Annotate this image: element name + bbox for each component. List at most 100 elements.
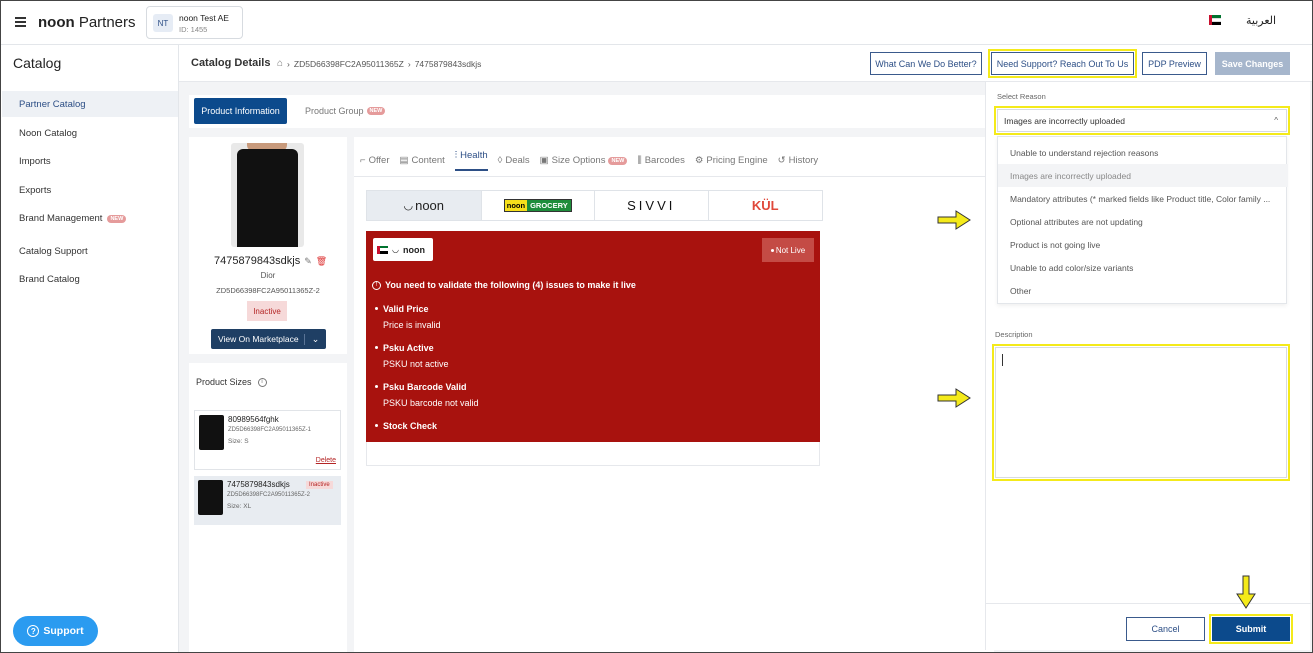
deals-icon: ◊ bbox=[497, 155, 503, 166]
sidebar-item-brand-management[interactable]: Brand Management NEW bbox=[19, 213, 127, 224]
health-status-box: ◡ noon Not Live ! You need to validate th… bbox=[366, 231, 820, 442]
health-icon: ⫶ bbox=[454, 150, 458, 161]
product-sizes-card: Product Sizes i 80989564fghk ZD5D66398FC… bbox=[189, 363, 347, 652]
size-item[interactable]: 80989564fghk ZD5D66398FC2A95011365Z-1 Si… bbox=[194, 410, 341, 470]
store-tab-grocery[interactable]: noon GROCERY bbox=[480, 191, 595, 220]
save-changes-button[interactable]: Save Changes bbox=[1215, 52, 1290, 75]
top-header: noon Partners NT noon Test AE ID: 1455 ا… bbox=[1, 1, 1312, 45]
reason-select[interactable]: Images are incorrectly uploaded ^ bbox=[994, 106, 1290, 135]
description-label: Description bbox=[995, 330, 1033, 339]
reason-options-list: Unable to understand rejection reasons I… bbox=[997, 136, 1288, 304]
reason-option[interactable]: Images are incorrectly uploaded bbox=[998, 164, 1288, 187]
sidebar-item-label: Imports bbox=[19, 156, 51, 167]
issue-title: Psku Active bbox=[383, 343, 434, 353]
annotation-arrow-icon bbox=[1236, 575, 1256, 609]
view-on-marketplace-label: View On Marketplace bbox=[218, 334, 299, 344]
offer-icon: ⌐ bbox=[360, 155, 366, 166]
chevron-down-icon[interactable]: ⌄ bbox=[304, 333, 326, 345]
support-reach-out-button[interactable]: Need Support? Reach Out To Us bbox=[988, 49, 1137, 78]
sidebar-item-label: Brand Catalog bbox=[19, 274, 80, 285]
annotation-arrow-icon bbox=[937, 210, 971, 230]
submit-button[interactable]: Submit bbox=[1209, 614, 1293, 644]
reason-option[interactable]: Product is not going live bbox=[998, 233, 1288, 256]
sidebar-item-brand-catalog[interactable]: Brand Catalog bbox=[19, 273, 80, 285]
edit-icon[interactable]: ✎ bbox=[304, 256, 312, 267]
size-thumbnail bbox=[198, 480, 223, 515]
store-label: noon bbox=[415, 198, 445, 213]
sidebar-item-exports[interactable]: Exports bbox=[19, 184, 51, 196]
reason-option[interactable]: Unable to add color/size variants bbox=[998, 256, 1288, 279]
reason-option[interactable]: Other bbox=[998, 279, 1288, 302]
gear-icon: ⚙ bbox=[694, 155, 704, 166]
sidebar-item-noon-catalog[interactable]: Noon Catalog bbox=[19, 127, 77, 139]
pdp-preview-button[interactable]: PDP Preview bbox=[1142, 52, 1207, 75]
sidebar: Catalog Partner Catalog Noon Catalog Imp… bbox=[1, 45, 179, 652]
issue-detail: Price is invalid bbox=[383, 320, 441, 330]
tab-pricing-engine[interactable]: ⚙ Pricing Engine bbox=[695, 150, 768, 171]
tab-product-group[interactable]: Product Group NEW bbox=[305, 106, 386, 116]
tab-size-options[interactable]: ▣ Size Options NEW bbox=[540, 150, 628, 171]
product-image[interactable] bbox=[231, 143, 304, 247]
description-textarea[interactable] bbox=[992, 344, 1290, 481]
sidebar-item-catalog-support[interactable]: Catalog Support bbox=[19, 245, 88, 257]
store-label: noon bbox=[402, 244, 425, 255]
menu-icon[interactable] bbox=[15, 17, 26, 27]
sidebar-item-imports[interactable]: Imports bbox=[19, 155, 51, 167]
tab-health[interactable]: ⫶ Health bbox=[454, 150, 488, 171]
store-tab-noon[interactable]: ◡ noon bbox=[367, 191, 481, 220]
issue-detail: PSKU barcode not valid bbox=[383, 398, 479, 408]
info-icon: ! bbox=[372, 280, 381, 290]
issue-detail: PSKU not active bbox=[383, 359, 449, 369]
support-button[interactable]: ? Support bbox=[13, 616, 98, 646]
size-code: ZD5D66398FC2A95011365Z-1 bbox=[228, 427, 311, 433]
tab-history[interactable]: ↺ History bbox=[778, 150, 819, 171]
delete-link[interactable]: Delete bbox=[316, 457, 336, 464]
cancel-button[interactable]: Cancel bbox=[1126, 617, 1205, 641]
tab-offer[interactable]: ⌐ Offer bbox=[360, 150, 390, 171]
size-sku: 80989564fghk bbox=[228, 415, 279, 424]
account-switcher[interactable]: NT noon Test AE ID: 1455 bbox=[146, 6, 243, 39]
brand-logo[interactable]: noon Partners bbox=[38, 14, 136, 31]
tab-deals[interactable]: ◊ Deals bbox=[498, 150, 530, 171]
avatar: NT bbox=[153, 14, 173, 32]
store-tab-kul[interactable]: KÜL bbox=[707, 191, 823, 220]
reason-option[interactable]: Optional attributes are not updating bbox=[998, 210, 1288, 233]
home-icon[interactable]: ⌂ bbox=[277, 58, 283, 69]
issue-title: Valid Price bbox=[383, 304, 429, 314]
reason-selected-value: Images are incorrectly uploaded bbox=[1004, 115, 1125, 126]
issue-title: Stock Check bbox=[383, 421, 438, 431]
size-item[interactable]: 7475879843sdkjs ZD5D66398FC2A95011365Z-2… bbox=[194, 476, 341, 525]
not-live-badge: Not Live bbox=[762, 238, 814, 262]
tab-barcodes[interactable]: ⫼ Barcodes bbox=[637, 150, 685, 171]
sidebar-title: Catalog bbox=[13, 55, 62, 71]
store-tab-sivvi[interactable]: SIVVI bbox=[594, 191, 708, 220]
reason-option[interactable]: Unable to understand rejection reasons bbox=[998, 141, 1288, 164]
uae-flag-icon bbox=[1209, 15, 1221, 26]
product-sizes-title: Product Sizes i bbox=[196, 377, 267, 387]
product-sku-text: 7475879843sdkjs bbox=[214, 255, 301, 267]
store-badge: ◡ noon bbox=[373, 238, 433, 261]
tab-label: History bbox=[788, 155, 819, 166]
info-icon[interactable]: i bbox=[257, 377, 267, 387]
tab-label: Content bbox=[411, 155, 445, 166]
tab-label: Health bbox=[460, 150, 488, 161]
size-sku: 7475879843sdkjs bbox=[227, 480, 290, 489]
tab-product-information[interactable]: Product Information bbox=[194, 98, 287, 124]
status-badge: Inactive bbox=[247, 301, 287, 321]
account-id: ID: 1455 bbox=[179, 25, 208, 34]
not-live-label: Not Live bbox=[775, 245, 806, 255]
tab-label: Barcodes bbox=[644, 155, 685, 166]
view-on-marketplace-button[interactable]: View On Marketplace ⌄ bbox=[211, 329, 326, 349]
trash-icon[interactable]: 🗑 bbox=[316, 256, 327, 267]
reason-option[interactable]: Mandatory attributes (* marked fields li… bbox=[998, 187, 1288, 210]
language-switch[interactable]: العربية bbox=[1246, 14, 1276, 27]
noon-logo-icon: ◡ bbox=[392, 245, 399, 254]
breadcrumb-sku-path[interactable]: ZD5D66398FC2A95011365Z bbox=[294, 59, 404, 69]
annotation-arrow-icon bbox=[937, 388, 971, 408]
tab-label: Size Options bbox=[551, 155, 606, 166]
feedback-button[interactable]: What Can We Do Better? bbox=[870, 52, 982, 75]
sidebar-item-partner-catalog[interactable]: Partner Catalog bbox=[2, 91, 178, 117]
text-cursor bbox=[1002, 354, 1003, 366]
tab-content[interactable]: ▤ Content bbox=[400, 150, 445, 171]
help-circle-icon: ? bbox=[27, 625, 40, 637]
